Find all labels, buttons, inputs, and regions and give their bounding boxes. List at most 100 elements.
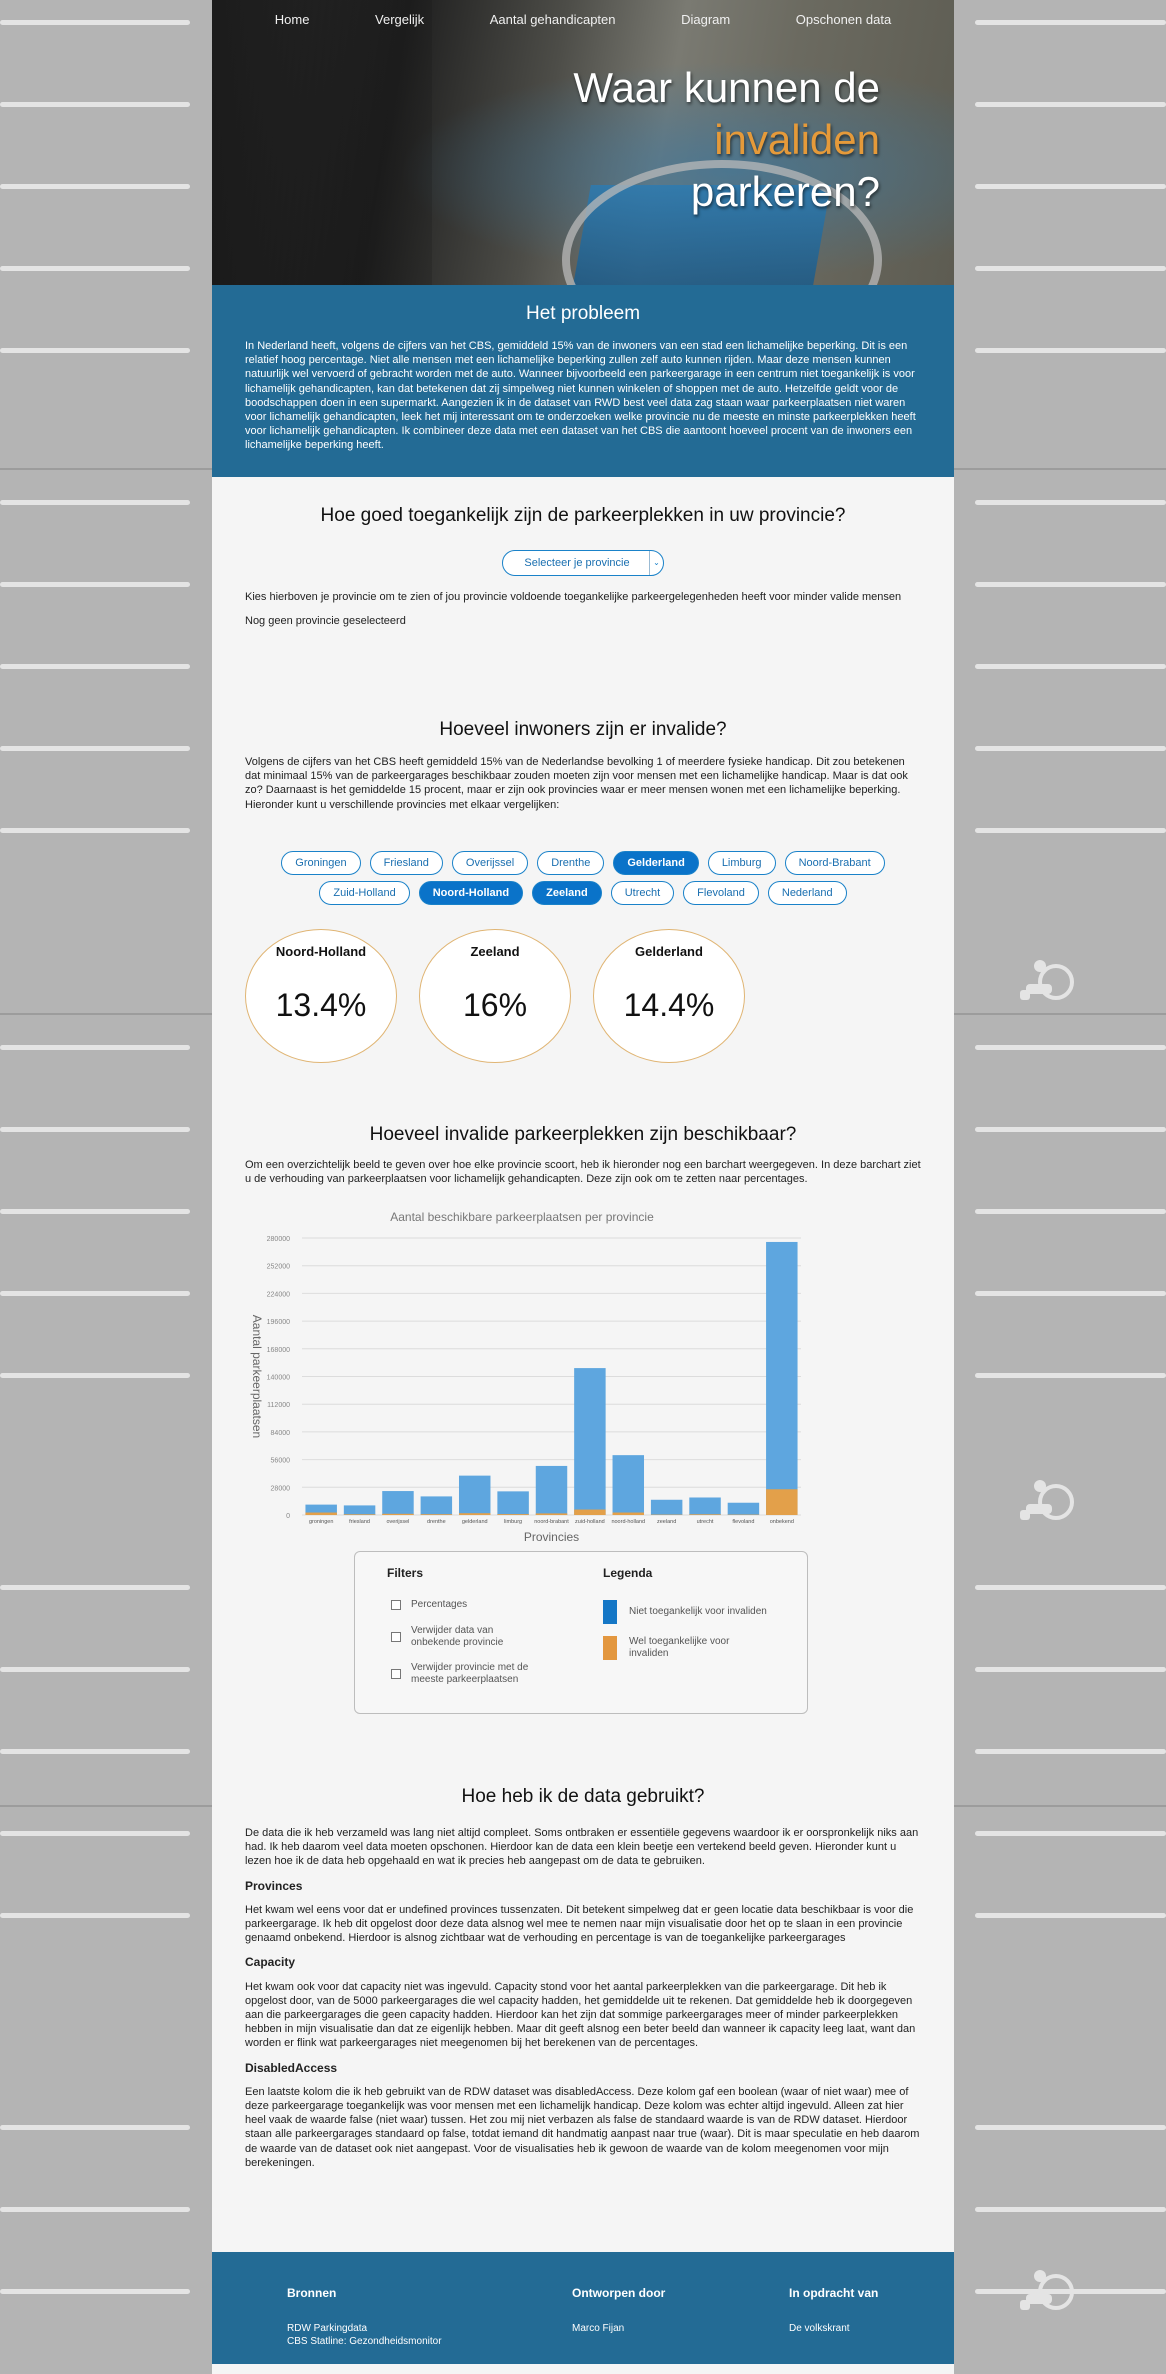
parking-line-left: [0, 1585, 190, 1590]
bar-accessible-groningen: [305, 1512, 337, 1515]
y-tick-label: 84000: [271, 1430, 291, 1437]
parking-line-right: [975, 1209, 1166, 1214]
province-percentage-circle: Noord-Holland 13.4%: [245, 929, 397, 1063]
page-container: Home Vergelijk Aantal gehandicapten Diag…: [212, 0, 954, 2374]
parking-line-left: [0, 1209, 190, 1214]
access-section: Hoe goed toegankelijk zijn de parkeerple…: [212, 505, 954, 628]
remove-largest-checkbox[interactable]: [391, 1669, 401, 1679]
wheelchair-icon: [1020, 1480, 1074, 1520]
circle-province-name: Zeeland: [470, 944, 520, 959]
footer-source-cbs[interactable]: CBS Statline: Gezondheidsmonitor: [287, 2335, 442, 2348]
parking-line-left: [0, 2125, 190, 2130]
bar-not-accessible-onbekend: [766, 1241, 798, 1515]
problem-section: Het probleem In Nederland heeft, volgens…: [212, 285, 954, 477]
bar-not-accessible-friesland: [343, 1505, 376, 1515]
province-pill-drenthe[interactable]: Drenthe: [537, 851, 605, 875]
circle-percentage-value: 16%: [462, 987, 528, 1023]
bar-not-accessible-zeeland: [650, 1499, 683, 1515]
parking-line-left: [0, 2207, 190, 2212]
y-tick-label: 224000: [267, 1291, 290, 1298]
province-pill-gelderland[interactable]: Gelderland: [613, 851, 699, 875]
parking-line-right: [975, 746, 1166, 751]
circle-percentage-value: 14.4%: [623, 987, 715, 1023]
parking-line-left: [0, 828, 190, 833]
province-select[interactable]: Selecteer je provincie ⌄: [502, 550, 664, 576]
chevron-down-icon: ⌄: [649, 551, 663, 575]
province-pill-zeeland[interactable]: Zeeland: [532, 881, 602, 905]
x-tick-label: gelderland: [462, 1519, 488, 1525]
legend-label-accessible: Wel toegankelijke voor invaliden: [629, 1636, 730, 1659]
percentages-checkbox[interactable]: [391, 1600, 401, 1610]
province-pill-groningen[interactable]: Groningen: [281, 851, 361, 875]
parking-line-right: [975, 828, 1166, 833]
province-pill-limburg[interactable]: Limburg: [707, 851, 776, 875]
parking-line-right: [975, 102, 1166, 107]
parking-line-left: [0, 1831, 190, 1836]
capacity-text: Het kwam ook voor dat capacity niet was …: [245, 1980, 916, 2050]
x-tick-label: limburg: [504, 1519, 522, 1525]
parking-line-left: [0, 1045, 190, 1050]
bar-accessible-limburg: [497, 1514, 529, 1515]
problem-text: In Nederland heeft, volgens de cijfers v…: [245, 340, 916, 452]
parking-line-left: [0, 582, 190, 587]
nav-home[interactable]: Home: [275, 12, 310, 27]
capacity-subheading: Capacity: [245, 1955, 296, 1970]
filters-title: Filters: [387, 1566, 424, 1580]
province-pill-friesland[interactable]: Friesland: [369, 851, 443, 875]
hero-title-line1: Waar kunnen de: [573, 64, 880, 111]
y-tick-label: 280000: [267, 1236, 290, 1243]
bar-not-accessible-noord-brabant: [535, 1465, 568, 1515]
bar-not-accessible-zuid-holland: [574, 1368, 606, 1515]
y-axis-label: Aantal parkeerplaatsen: [250, 1315, 264, 1438]
legend-label-not-accessible: Niet toegankelijk voor invaliden: [629, 1606, 767, 1617]
province-pill-noord-holland[interactable]: Noord-Holland: [418, 881, 524, 905]
parking-line-right: [975, 2207, 1166, 2212]
footer-source-rdw[interactable]: RDW Parkingdata: [287, 2322, 442, 2335]
wheelchair-icon: [1020, 2270, 1074, 2310]
nav-vergelijk[interactable]: Vergelijk: [375, 12, 424, 27]
remove-unknown-checkbox[interactable]: [391, 1632, 401, 1642]
nav-diagram[interactable]: Diagram: [681, 12, 730, 27]
parking-line-left: [0, 1913, 190, 1918]
y-tick-label: 252000: [267, 1264, 290, 1271]
x-tick-label: noord-holland: [611, 1519, 645, 1525]
hero-title-line3: parkeren?: [690, 168, 880, 215]
availability-text: Om een overzichtelijk beeld te geven ove…: [245, 1159, 921, 1186]
parking-line-left: [0, 1667, 190, 1672]
hero-title-accent: invaliden: [714, 116, 880, 163]
bar-not-accessible-overijssel: [382, 1491, 414, 1515]
wheelchair-icon: [1020, 960, 1074, 1000]
access-hint: Kies hierboven je provincie om te zien o…: [245, 591, 902, 603]
bar-not-accessible-gelderland: [458, 1475, 491, 1515]
province-pill-list: Groningen Friesland Overijssel Drenthe Gelde…: [245, 851, 921, 905]
province-pill-zuid-holland[interactable]: Zuid-Holland: [319, 881, 410, 905]
parking-line-right: [975, 266, 1166, 271]
x-tick-label: drenthe: [427, 1519, 446, 1525]
province-pill-overijssel[interactable]: Overijssel: [451, 851, 529, 875]
province-pill-noord-brabant[interactable]: Noord-Brabant: [784, 851, 885, 875]
footer-client: In opdracht van De volkskrant: [789, 2286, 878, 2335]
y-tick-label: 0: [286, 1513, 290, 1520]
nav-opschonen-data[interactable]: Opschonen data: [796, 12, 891, 27]
footer-client-name: De volkskrant: [789, 2323, 850, 2334]
province-pill-utrecht[interactable]: Utrecht: [610, 881, 675, 905]
availability-heading: Hoeveel invalide parkeerplekken zijn bes…: [369, 1124, 797, 1145]
circle-province-name: Gelderland: [635, 944, 703, 959]
y-tick-label: 168000: [267, 1347, 290, 1354]
bar-accessible-noord-holland: [612, 1512, 645, 1515]
bar-accessible-noord-brabant: [535, 1513, 568, 1515]
bar-accessible-gelderland: [458, 1513, 491, 1515]
province-pill-nederland[interactable]: Nederland: [767, 881, 847, 905]
parking-line-left: [0, 184, 190, 189]
remove-largest-label: Verwijder provincie met de meeste parkee…: [411, 1662, 529, 1685]
bar-accessible-utrecht: [689, 1514, 721, 1515]
province-percentage-circle: Gelderland 14.4%: [593, 929, 745, 1063]
y-tick-label: 56000: [271, 1458, 291, 1465]
x-tick-label: noord-brabant: [534, 1519, 569, 1525]
footer-sources-title: Bronnen: [287, 2286, 337, 2300]
x-tick-label: friesland: [349, 1519, 370, 1525]
province-select-label: Selecteer je provincie: [524, 557, 630, 569]
nav-aantal-gehandicapten[interactable]: Aantal gehandicapten: [490, 12, 616, 27]
province-pill-flevoland[interactable]: Flevoland: [683, 881, 759, 905]
parking-line-right: [975, 20, 1166, 25]
